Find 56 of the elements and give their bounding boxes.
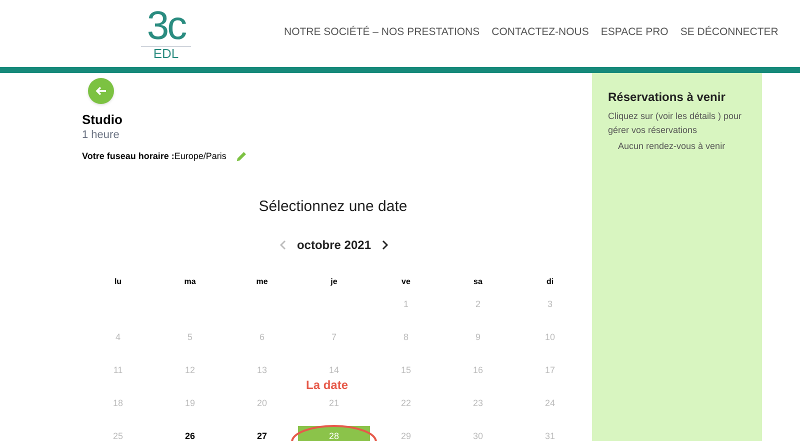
month-label: octobre 2021 [296,237,372,254]
day-number: 19 [184,396,195,410]
day-cell[interactable]: 27 [256,430,267,441]
next-month-icon[interactable] [381,240,390,250]
day-number: 24 [544,396,555,410]
day-number: 31 [544,430,555,441]
nav-link[interactable]: NOTRE SOCIÉTÉ – NOS PRESTATIONS [284,24,480,40]
nav-link[interactable]: CONTACTEZ-NOUS [492,24,589,40]
day-number: 22 [400,396,411,410]
weekday-label: lu [114,276,122,288]
annotation-label: La date [306,378,348,392]
day-number: 9 [475,330,480,344]
day-number: 29 [400,430,411,441]
day-number: 25 [112,430,123,441]
day-number: 17 [544,364,555,377]
empty-message: Aucun rendez-vous à venir [617,140,726,153]
day-number: 16 [472,364,483,377]
calendar-heading: Sélectionnez une date [258,196,408,216]
weekday-label: di [546,276,554,288]
sidebar-hint: Cliquez sur (voir les détails ) pour gérer vos réservations [608,110,743,137]
day-number: 6 [259,330,264,344]
weekday-label: me [256,276,268,288]
day-number: 7 [331,330,336,344]
day-number: 12 [184,364,195,377]
day-number: 14 [328,364,339,377]
day-number: 4 [115,330,120,344]
weekday-label: sa [474,276,482,288]
logo-name: EDL [141,46,191,61]
weekday-label: ma [184,276,196,288]
day-number: 13 [256,364,267,377]
day-number: 15 [400,364,411,377]
service-duration: 1 heure [82,128,120,142]
day-number: 10 [544,330,555,344]
weekday-label: ve [402,276,410,288]
day-number: 30 [472,430,483,441]
day-number: 3 [547,298,552,311]
day-number: 23 [472,396,483,410]
sidebar-title: Réservations à venir [608,89,726,105]
service-title: Studio [82,112,124,128]
day-number: 5 [187,330,192,344]
timezone-text: Votre fuseau horaire :Europe/Paris [82,150,226,163]
weekday-label: je [330,276,338,288]
nav-link[interactable]: SE DÉCONNECTER [680,24,778,40]
day-number: 21 [328,396,339,410]
back-arrow-icon [95,86,107,96]
day-number: 20 [256,396,267,410]
day-cell[interactable]: 26 [184,430,195,441]
day-number: 2 [475,298,480,311]
day-number: 18 [112,396,123,410]
back-button[interactable] [88,78,114,104]
day-number: 8 [403,330,408,344]
day-number: 11 [113,364,123,377]
pencil-icon[interactable] [236,151,248,162]
logo-mark: 3c [146,6,186,46]
day-number: 1 [403,298,408,311]
nav-link[interactable]: ESPACE PRO [600,24,668,40]
